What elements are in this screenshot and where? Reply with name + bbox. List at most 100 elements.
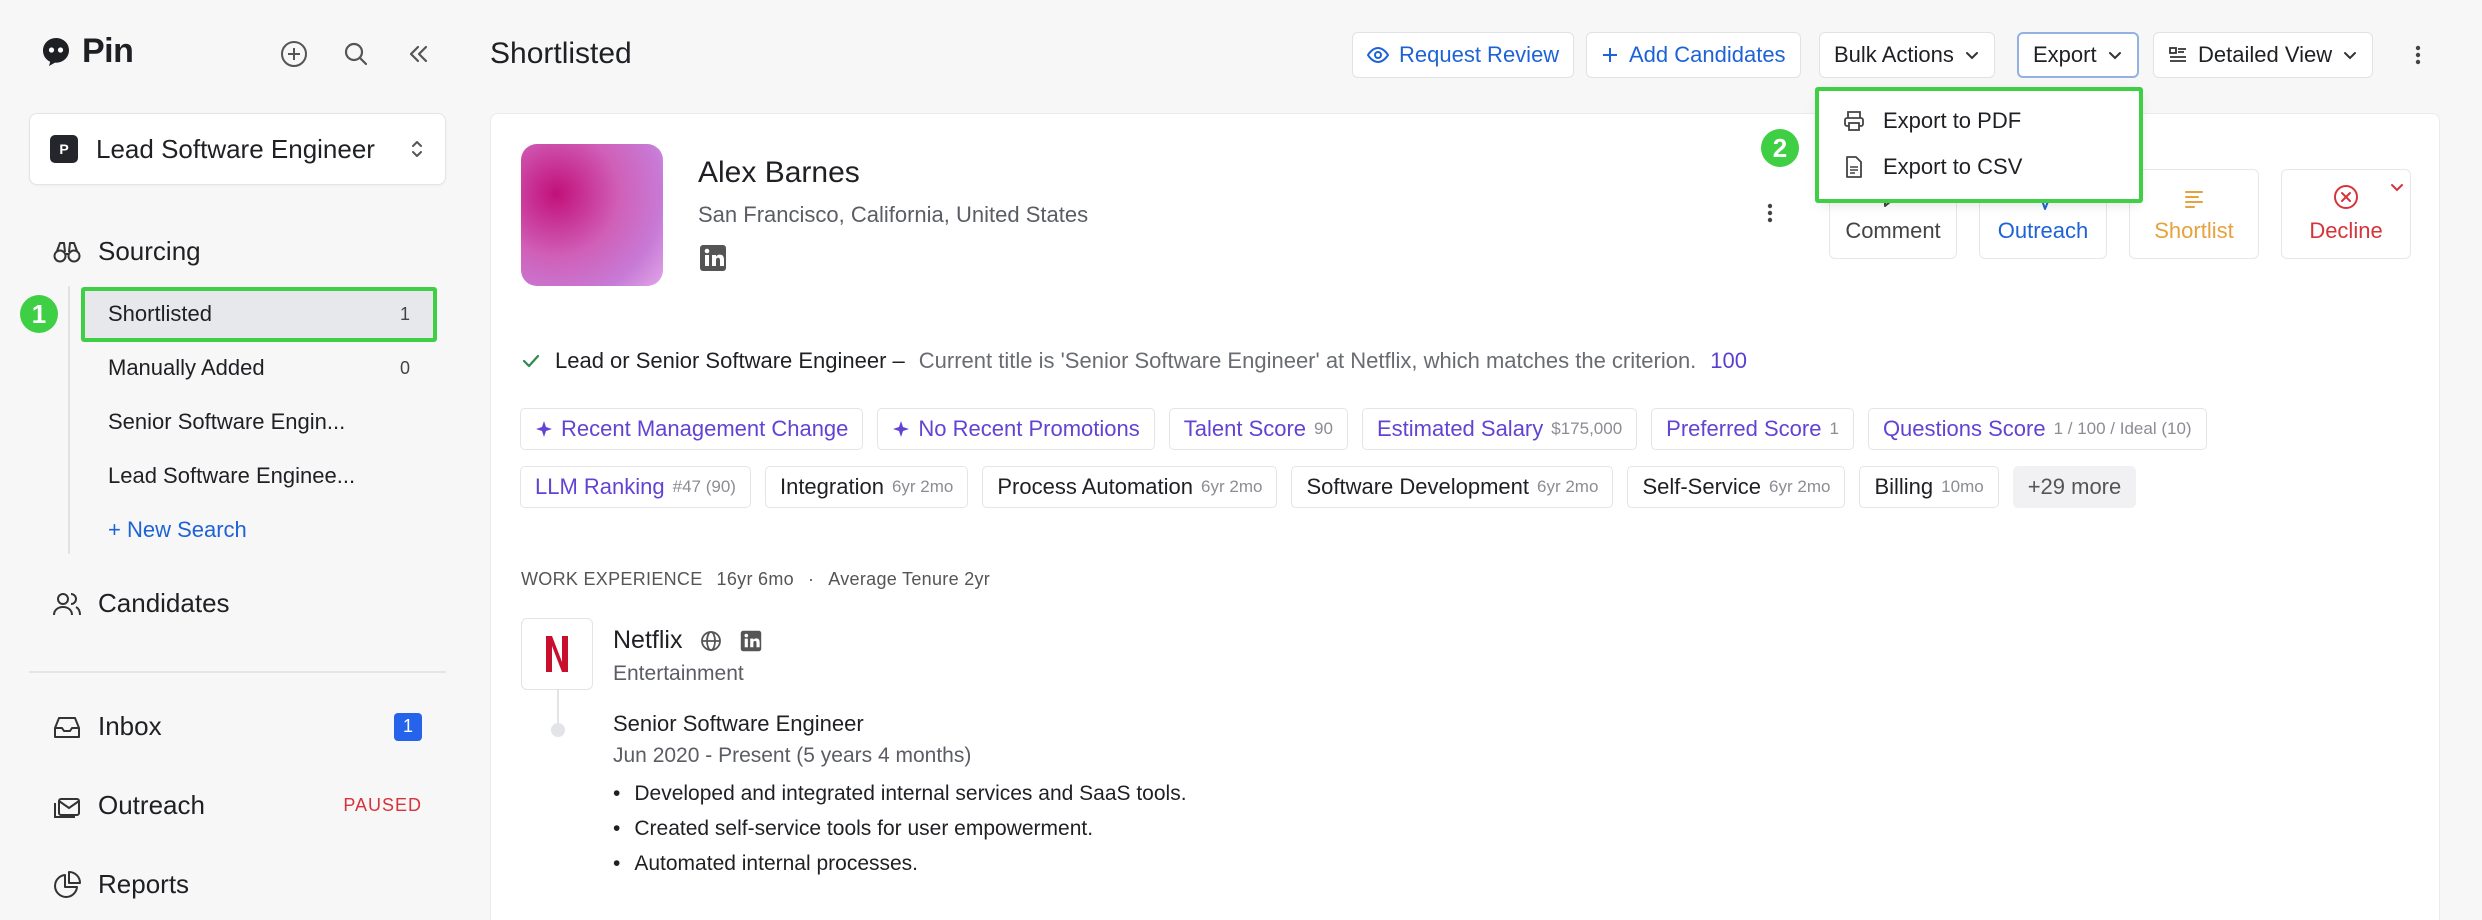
tag-item[interactable]: Estimated Salary $175,000: [1361, 408, 1638, 450]
nav-reports-label: Reports: [98, 869, 190, 899]
request-review-button[interactable]: Request Review: [1352, 32, 1575, 78]
outreach-label: Outreach: [1997, 218, 2089, 243]
inbox-icon: [52, 712, 82, 742]
tag-item[interactable]: Process Automation 6yr 2mo: [982, 466, 1278, 508]
timeline-dot: [551, 723, 565, 737]
criterion-title: Lead or Senior Software Engineer –: [555, 348, 905, 373]
bulk-actions-label: Bulk Actions: [1834, 42, 1954, 67]
tag-value: 6yr 2mo: [1201, 477, 1263, 496]
tag-item[interactable]: No Recent Promotions: [877, 408, 1155, 450]
sidebar-item-manually-added[interactable]: Manually Added 0: [84, 343, 434, 393]
sidebar-divider: [29, 671, 446, 673]
view-mode-select[interactable]: Detailed View: [2153, 32, 2374, 78]
nav-candidates-label: Candidates: [98, 588, 230, 618]
shortlist-label: Shortlist: [2154, 218, 2234, 243]
tag-row-2: LLM Ranking #47 (90) Integration 6yr 2mo…: [520, 466, 2137, 508]
role-bullets: Developed and integrated internal servic…: [613, 782, 1187, 887]
company-name: Netflix: [613, 626, 683, 654]
search-icon[interactable]: [340, 38, 372, 70]
check-icon: [521, 351, 541, 371]
tag-label: Software Development: [1306, 474, 1530, 499]
users-icon: [52, 589, 82, 619]
work-experience-header: WORK EXPERIENCE 16yr 6mo · Average Tenur…: [521, 569, 990, 590]
tag-item[interactable]: Talent Score 90: [1168, 408, 1348, 450]
netflix-logo: [521, 618, 593, 690]
plus-icon: [1601, 46, 1619, 64]
tag-value: 10mo: [1941, 477, 1984, 496]
job-selector[interactable]: P Lead Software Engineer: [29, 113, 446, 185]
tag-label: Self-Service: [1642, 474, 1762, 499]
export-button[interactable]: Export: [2017, 32, 2139, 78]
decline-label: Decline: [2309, 218, 2383, 243]
tag-label: Talent Score: [1183, 416, 1307, 441]
tag-item[interactable]: Integration 6yr 2mo: [764, 466, 969, 508]
candidate-more-icon[interactable]: [1767, 202, 1773, 224]
company-row: Netflix: [613, 626, 762, 655]
decline-chevron-icon[interactable]: [2390, 180, 2404, 194]
x-circle-icon: [2333, 184, 2359, 210]
list-view-icon: [2168, 45, 2188, 65]
sparkle-icon: [535, 420, 553, 438]
more-options-icon[interactable]: [2408, 38, 2428, 72]
tag-item[interactable]: Billing 10mo: [1859, 466, 1999, 508]
company-linkedin-icon[interactable]: [740, 630, 762, 652]
add-circle-icon[interactable]: [278, 38, 310, 70]
list-item: Automated internal processes.: [613, 852, 1187, 876]
sidebar: Pin P Lead Software Engineer Sourcing Sh…: [0, 0, 470, 920]
comment-label: Comment: [1845, 218, 1941, 243]
role-dates: Jun 2020 - Present (5 years 4 months): [613, 744, 972, 767]
criterion-score: 100: [1710, 348, 1748, 373]
tag-item[interactable]: Questions Score 1 / 100 / Ideal (10): [1867, 408, 2207, 450]
highlight-box-export-menu: [1815, 87, 2143, 203]
nav-outreach[interactable]: Outreach PAUSED: [52, 790, 422, 821]
tag-value: 1: [1829, 419, 1839, 438]
tag-item[interactable]: Software Development 6yr 2mo: [1291, 466, 1614, 508]
more-tags-button[interactable]: +29 more: [2012, 466, 2137, 508]
tag-item[interactable]: LLM Ranking #47 (90): [520, 466, 751, 508]
sidebar-item-label: Manually Added: [108, 355, 265, 380]
criterion-explanation: Current title is 'Senior Software Engine…: [918, 348, 1697, 373]
nav-inbox[interactable]: Inbox 1: [52, 711, 422, 742]
list-item: Created self-service tools for user empo…: [613, 817, 1187, 841]
tag-value: 6yr 2mo: [891, 477, 954, 496]
inbox-count-badge: 1: [394, 712, 422, 741]
nav-candidates[interactable]: Candidates: [52, 588, 422, 619]
sourcing-tree-line: [68, 286, 70, 554]
chevron-down-icon: [2107, 47, 2123, 63]
new-search-link[interactable]: + New Search: [84, 505, 434, 555]
brand-logo[interactable]: Pin: [40, 32, 134, 71]
tag-value: 90: [1314, 419, 1333, 438]
work-experience-sep: ·: [807, 569, 815, 589]
tag-item[interactable]: Recent Management Change: [520, 408, 864, 450]
view-mode-label: Detailed View: [2198, 42, 2333, 67]
tag-item[interactable]: Preferred Score 1: [1651, 408, 1854, 450]
chevron-down-icon: [2342, 47, 2358, 63]
tag-value: $175,000: [1551, 419, 1623, 438]
nav-reports[interactable]: Reports: [52, 869, 422, 900]
annotation-marker-1: 1: [20, 295, 58, 333]
tag-label: Recent Management Change: [561, 416, 849, 441]
candidate-name[interactable]: Alex Barnes: [698, 156, 860, 190]
candidate-location: San Francisco, California, United States: [698, 202, 1089, 227]
new-search-label: + New Search: [108, 517, 247, 542]
sidebar-item-senior-search[interactable]: Senior Software Engin...: [84, 397, 434, 447]
job-badge: P: [50, 135, 78, 163]
linkedin-icon[interactable]: [699, 244, 727, 272]
job-title: Lead Software Engineer: [96, 133, 375, 164]
tag-item[interactable]: Self-Service 6yr 2mo: [1627, 466, 1846, 508]
eye-icon: [1367, 44, 1389, 66]
outreach-status-badge: PAUSED: [343, 795, 422, 815]
shortlist-button[interactable]: Shortlist: [2129, 169, 2259, 259]
collapse-sidebar-icon[interactable]: [402, 38, 434, 70]
bulk-actions-button[interactable]: Bulk Actions: [1819, 32, 1995, 78]
tag-value: 1 / 100 / Ideal (10): [2053, 419, 2192, 438]
sidebar-item-lead-search[interactable]: Lead Software Enginee...: [84, 451, 434, 501]
add-candidates-button[interactable]: Add Candidates: [1586, 32, 1801, 78]
role-title: Senior Software Engineer: [613, 711, 864, 736]
sparkle-icon: [892, 420, 910, 438]
nav-sourcing[interactable]: Sourcing: [52, 236, 422, 267]
globe-icon[interactable]: [700, 630, 722, 652]
decline-button[interactable]: Decline: [2281, 169, 2411, 259]
list-icon: [2182, 186, 2206, 210]
sidebar-item-label: Senior Software Engin...: [108, 409, 346, 434]
